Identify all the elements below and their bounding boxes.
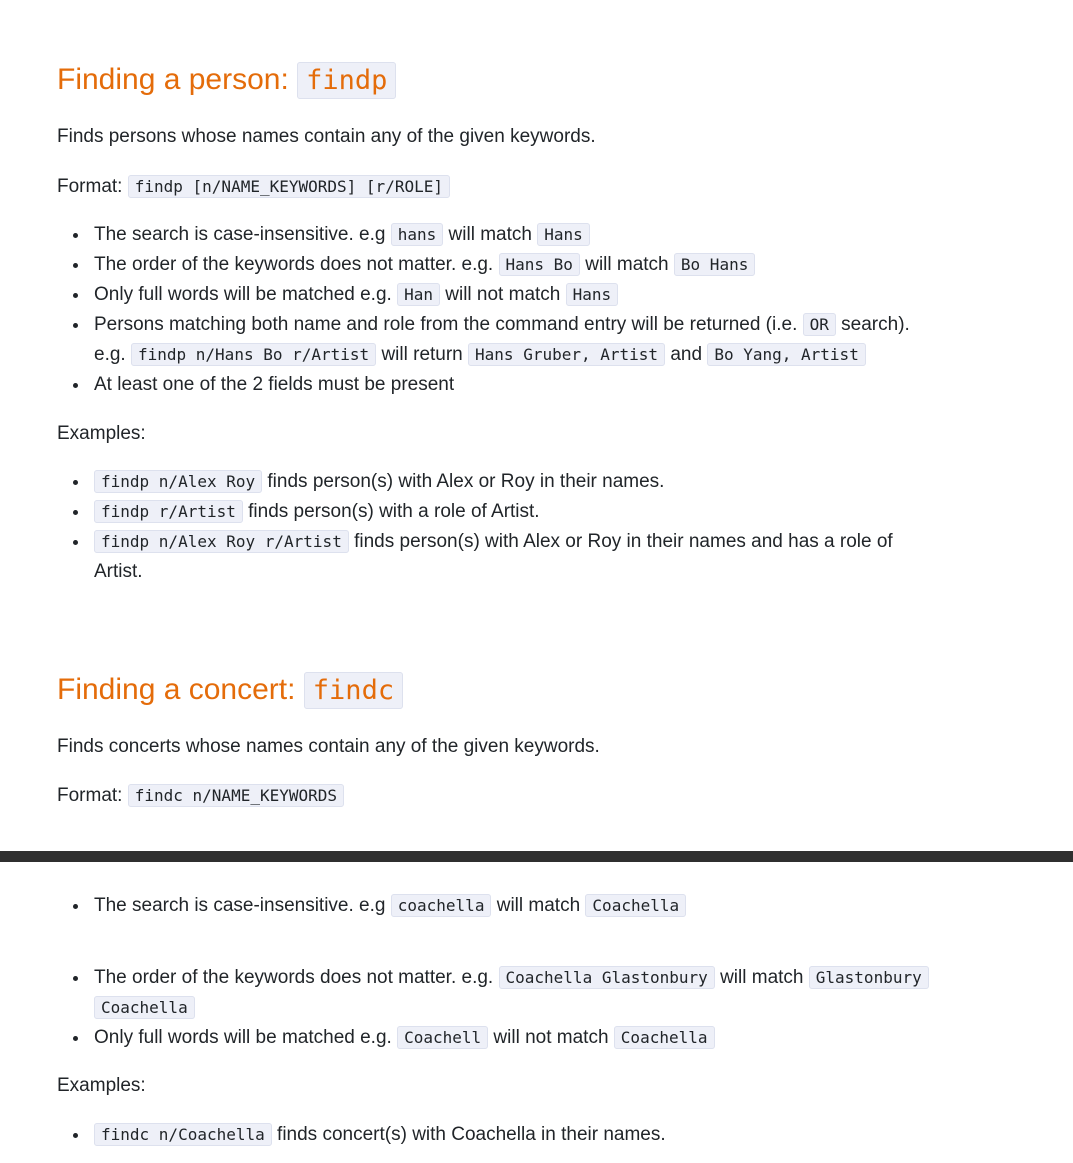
heading-command-code: findc xyxy=(303,672,404,709)
list-item: Only full words will be matched e.g. Coa… xyxy=(57,1023,987,1053)
list-item: findp r/Artist finds person(s) with a ro… xyxy=(57,497,987,527)
list-item: The search is case-insensitive. e.g coac… xyxy=(57,891,987,921)
section-divider xyxy=(0,851,1073,862)
find-person-rules-list: The search is case-insensitive. e.g hans… xyxy=(57,220,987,400)
list-item: findp n/Alex Roy r/Artist finds person(s… xyxy=(57,527,987,587)
list-item: Persons matching both name and role from… xyxy=(57,310,987,370)
find-person-heading: Finding a person: findp xyxy=(57,60,397,101)
heading-text: Finding a person: xyxy=(57,63,298,96)
list-item: findp n/Alex Roy finds person(s) with Al… xyxy=(57,467,987,497)
list-item: The order of the keywords does not matte… xyxy=(57,250,987,280)
heading-text: Finding a concert: xyxy=(57,673,304,706)
find-concert-rules-list-2: The order of the keywords does not matte… xyxy=(57,963,987,1053)
list-item: The order of the keywords does not matte… xyxy=(57,963,987,1023)
find-person-examples-list: findp n/Alex Roy finds person(s) with Al… xyxy=(57,467,987,587)
find-concert-heading: Finding a concert: findc xyxy=(57,670,404,711)
find-concert-rules-list-1: The search is case-insensitive. e.g coac… xyxy=(57,891,987,921)
list-item: The search is case-insensitive. e.g hans… xyxy=(57,220,987,250)
list-item: findc n/Coachella finds concert(s) with … xyxy=(57,1120,987,1150)
find-person-format: Format: findp [n/NAME_KEYWORDS] [r/ROLE] xyxy=(57,172,450,202)
list-item: Only full words will be matched e.g. Han… xyxy=(57,280,987,310)
format-code: findp [n/NAME_KEYWORDS] [r/ROLE] xyxy=(127,175,450,198)
list-item: At least one of the 2 fields must be pre… xyxy=(57,370,987,400)
find-concert-examples-label: Examples: xyxy=(57,1075,146,1096)
find-concert-description: Finds concerts whose names contain any o… xyxy=(57,736,600,757)
format-code: findc n/NAME_KEYWORDS xyxy=(127,784,345,807)
find-person-examples-label: Examples: xyxy=(57,423,146,444)
find-concert-format: Format: findc n/NAME_KEYWORDS xyxy=(57,781,345,811)
find-person-description: Finds persons whose names contain any of… xyxy=(57,126,596,147)
heading-command-code: findp xyxy=(297,62,397,99)
find-concert-examples-list: findc n/Coachella finds concert(s) with … xyxy=(57,1120,987,1150)
